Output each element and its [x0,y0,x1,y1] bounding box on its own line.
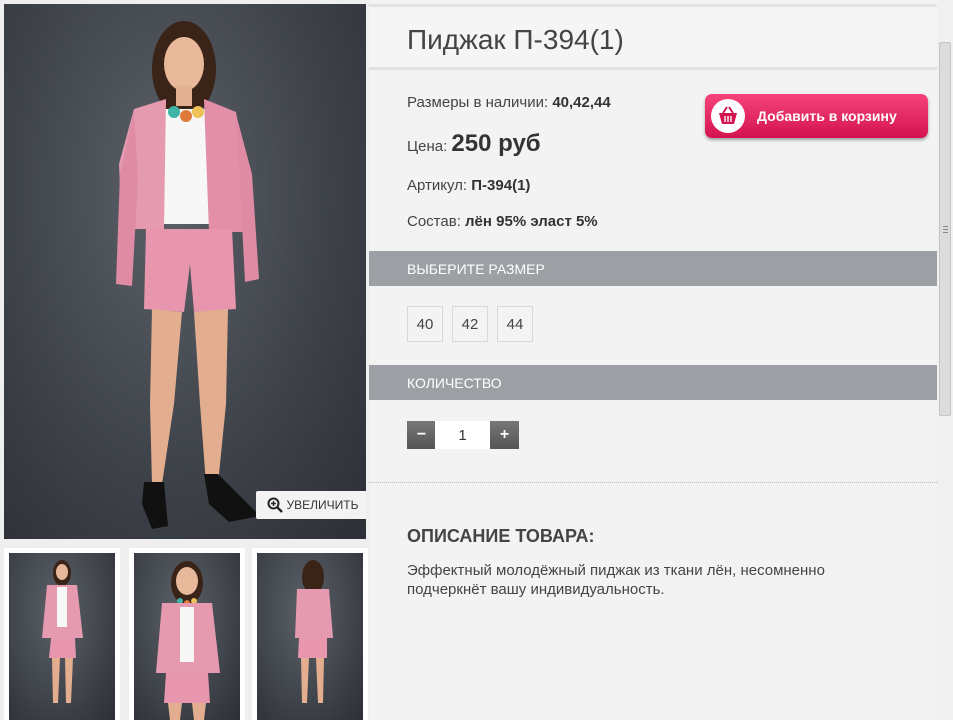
size-option-44[interactable]: 44 [497,306,533,342]
size-option-42[interactable]: 42 [452,306,488,342]
thumbnail-closeup[interactable] [129,548,245,720]
quantity-decrease-button[interactable]: − [407,421,436,449]
main-product-photo[interactable]: УВЕЛИЧИТЬ [4,4,366,539]
zoom-button[interactable]: УВЕЛИЧИТЬ [256,491,366,519]
title-bar: Пиджак П-394(1) [369,4,937,70]
basket-icon [711,99,745,133]
price-value: 250 руб [451,130,541,157]
article: Артикул: П-394(1) [407,177,531,194]
quantity-increase-button[interactable]: + [490,421,519,449]
thumbnail-closeup-image [156,561,220,720]
add-to-cart-label: Добавить в корзину [757,108,897,124]
thumbnail-front[interactable] [4,548,120,720]
quantity-input[interactable] [435,421,490,449]
thumbnail-back[interactable] [252,548,368,720]
grip-icon [943,226,948,235]
size-option-40[interactable]: 40 [407,306,443,342]
size-section-header: ВЫБЕРИТЕ РАЗМЕР [369,251,937,286]
thumbnail-back-image [295,560,333,703]
model-figure [116,21,260,529]
quantity-section-header: КОЛИЧЕСТВО [369,365,937,400]
product-title: Пиджак П-394(1) [407,24,624,55]
sizes-available: Размеры в наличии: 40,42,44 [407,94,611,111]
zoom-label: УВЕЛИЧИТЬ [286,498,359,512]
composition: Состав: лён 95% эласт 5% [407,213,598,230]
add-to-cart-button[interactable]: Добавить в корзину [705,94,928,138]
description-text: Эффектный молодёжный пиджак из ткани лён… [407,562,825,598]
scrollbar-thumb[interactable] [939,42,951,416]
page-scrollbar[interactable] [937,0,953,720]
description-title: ОПИСАНИЕ ТОВАРА: [407,526,595,546]
price: Цена: 250 руб [407,130,541,157]
divider [369,482,937,483]
thumbnail-front-image [42,560,83,703]
zoom-icon [267,497,283,513]
product-details: Пиджак П-394(1) Размеры в наличии: 40,42… [369,0,937,720]
